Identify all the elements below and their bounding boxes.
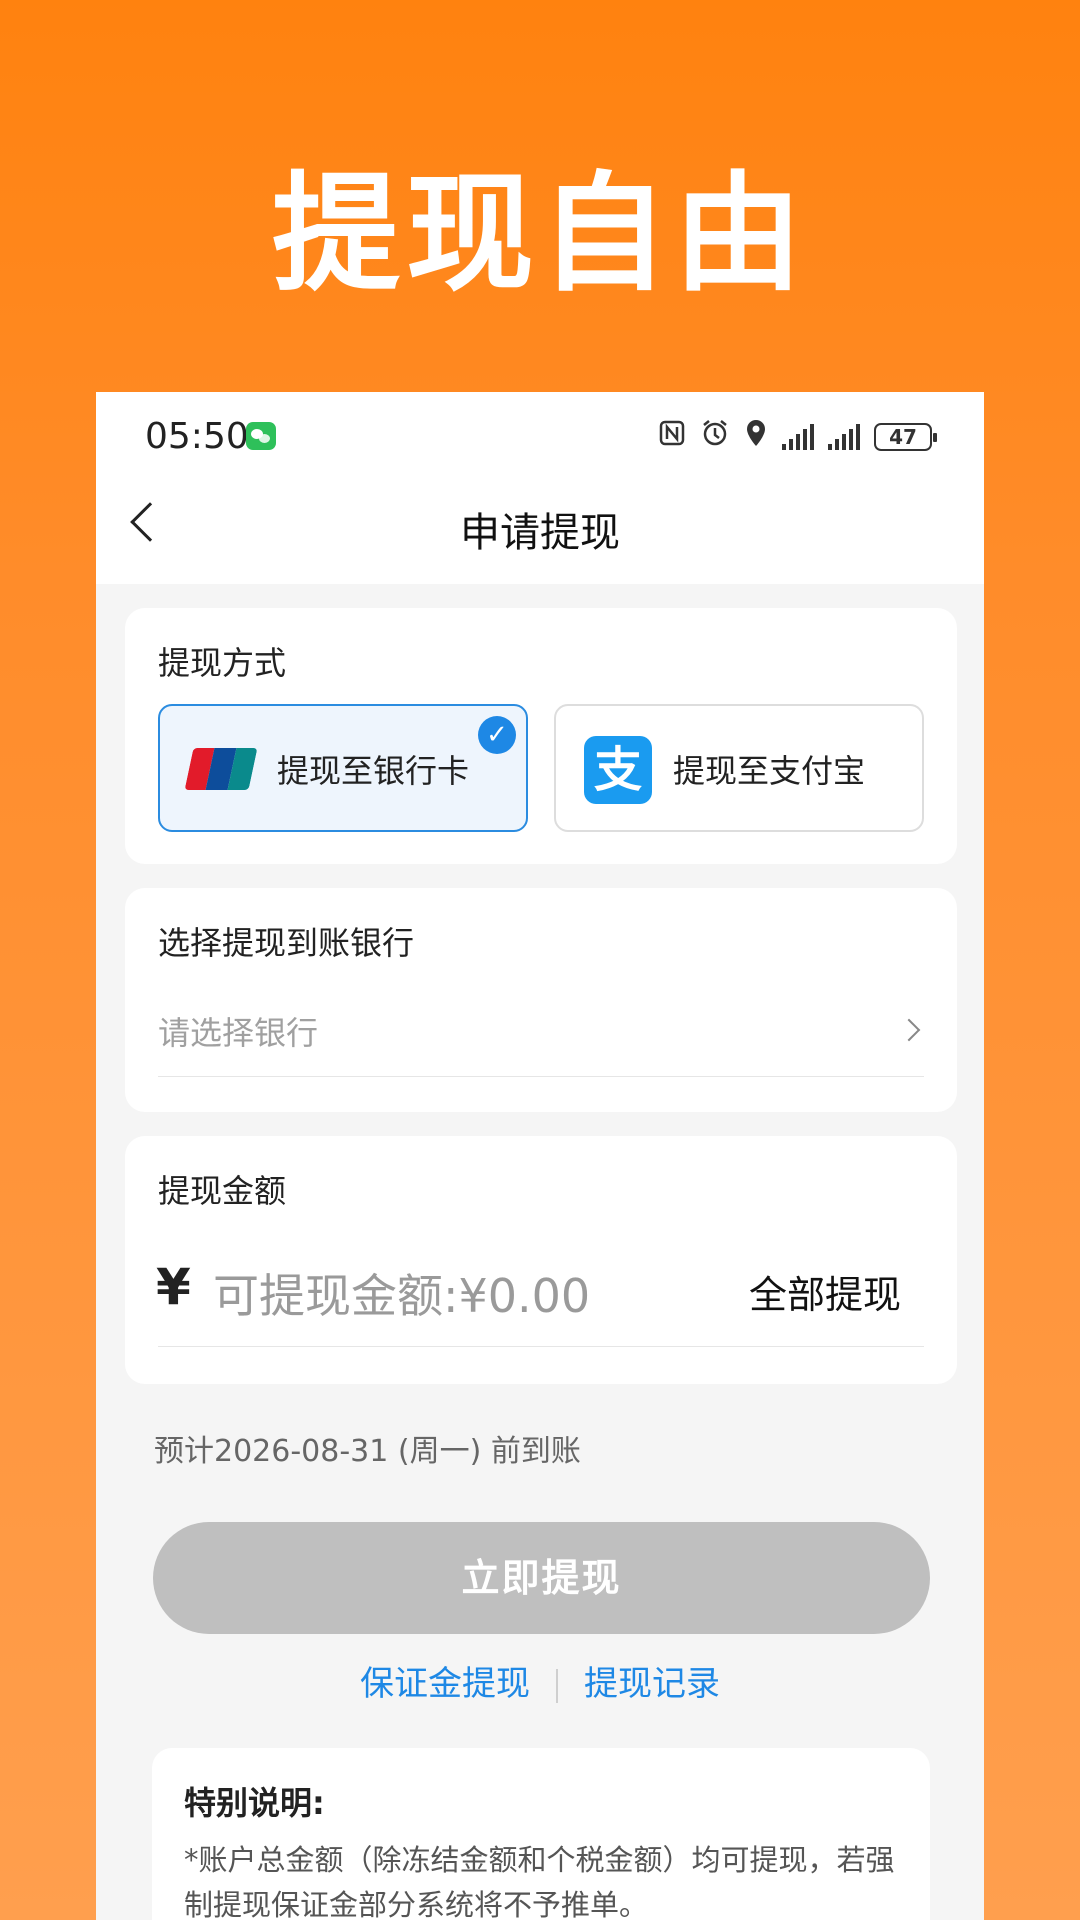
deposit-withdraw-link[interactable]: 保证金提现 <box>360 1664 530 1704</box>
signal-icon-2 <box>828 423 860 450</box>
bank-select-placeholder: 请选择银行 <box>158 1014 319 1052</box>
location-icon <box>744 418 768 455</box>
hero-title: 提现自由 <box>271 160 808 309</box>
signal-icon <box>782 423 814 450</box>
check-icon: ✓ <box>478 716 516 754</box>
unionpay-icon <box>184 748 258 790</box>
withdraw-all-button[interactable]: 全部提现 <box>749 1264 901 1319</box>
bank-select-label: 选择提现到账银行 <box>158 924 415 962</box>
alipay-option[interactable]: 支 提现至支付宝 <box>554 704 924 832</box>
page-title: 申请提现 <box>460 510 620 556</box>
notice-text: *账户总金额（除冻结金额和个税金额）均可提现，若强制提现保证金部分系统将不予推单… <box>184 1843 895 1920</box>
amount-label: 提现金额 <box>158 1172 287 1210</box>
bank-card-option[interactable]: 提现至银行卡 ✓ <box>158 704 528 832</box>
notice-card: 特别说明: *账户总金额（除冻结金额和个税金额）均可提现，若强制提现保证金部分系… <box>152 1748 930 1920</box>
withdraw-now-button[interactable]: 立即提现 <box>153 1522 930 1634</box>
phone-screen: 05:50 47 申请提现 提现方式 提现至银行卡 ✓ 支 提现至支付宝 选择提… <box>96 392 984 1920</box>
method-card: 提现方式 提现至银行卡 ✓ 支 提现至支付宝 <box>125 608 957 864</box>
withdraw-records-link[interactable]: 提现记录 <box>584 1664 720 1704</box>
nfc-icon <box>658 419 686 454</box>
divider <box>158 1076 924 1077</box>
bank-select-card: 选择提现到账银行 请选择银行 <box>125 888 957 1112</box>
amount-card: 提现金额 ¥ 可提现金额:¥0.00 全部提现 <box>125 1136 957 1384</box>
wechat-icon <box>246 422 276 450</box>
method-label: 提现方式 <box>158 644 287 682</box>
bank-card-option-label: 提现至银行卡 <box>277 752 470 790</box>
arrival-estimate: 预计2026-08-31 (周一) 前到账 <box>154 1434 581 1469</box>
chevron-right-icon <box>897 1018 921 1042</box>
bank-select-field[interactable]: 请选择银行 <box>125 988 957 1068</box>
alarm-icon <box>700 418 730 455</box>
alipay-icon: 支 <box>584 736 652 804</box>
yen-icon: ¥ <box>156 1258 191 1316</box>
status-time: 05:50 <box>145 416 249 457</box>
alipay-option-label: 提现至支付宝 <box>673 752 866 790</box>
link-separator <box>556 1668 558 1703</box>
status-icons: 47 <box>658 418 937 455</box>
notice-title: 特别说明: <box>184 1784 325 1822</box>
divider <box>158 1346 924 1347</box>
amount-input[interactable]: 可提现金额:¥0.00 <box>213 1260 590 1326</box>
footer-links: 保证金提现 提现记录 <box>96 1656 984 1705</box>
battery-icon: 47 <box>874 422 937 451</box>
app-header: 05:50 47 申请提现 <box>96 392 984 584</box>
